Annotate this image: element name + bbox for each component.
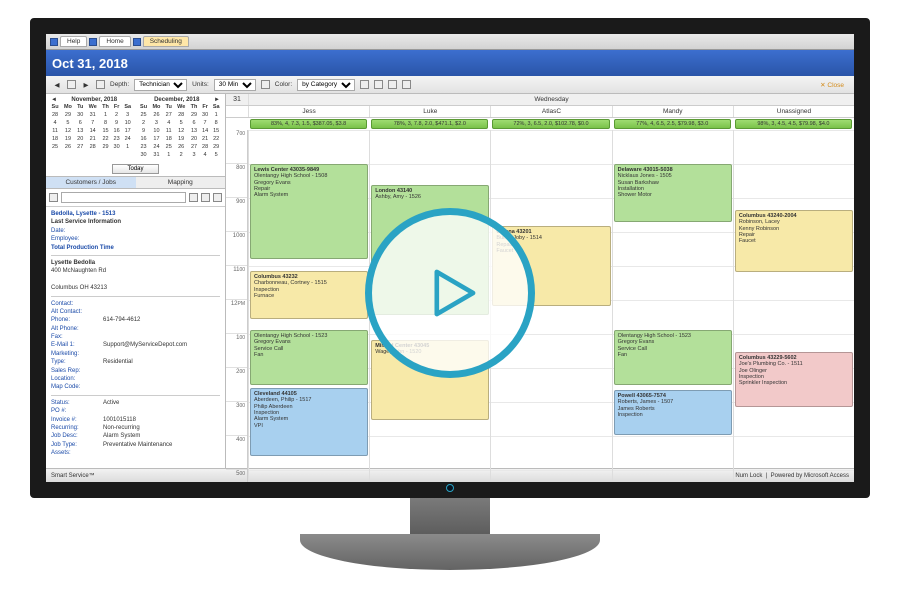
tool-button[interactable] [374,80,383,89]
monitor-neck [410,498,490,538]
resource-column[interactable]: Delaware 43015-5038Nicklaus Jones - 1505… [612,130,733,482]
units-label: Units: [192,81,209,88]
toolbar: ◀ ▶ Depth: Technician Units: 30 Min Colo… [46,76,854,94]
today-button[interactable]: Today [112,164,158,174]
time-label: 1100 [226,266,247,300]
day-number: 31 [226,94,248,105]
appointment[interactable]: Powell 43065-7574Roberts, James - 1507Ja… [614,390,732,435]
resource-header[interactable]: Unassigned [733,106,854,117]
utilization-bar: 78%, 3, 7.8, 2.0, $471.1, $2.0 [371,119,488,129]
search-input[interactable] [61,192,186,203]
utilization-bar: 77%, 4, 6.5, 2.5, $79.98, $3.0 [614,119,731,129]
appointment[interactable]: Delaware 43015-5038Nicklaus Jones - 1505… [614,164,732,222]
cal-prev-icon[interactable]: ◄ [51,97,57,103]
app-icon [50,38,58,46]
monitor-led-icon [446,484,454,492]
appointment[interactable]: Cleveland 44105Aberdeen, Philip - 1517Ph… [250,388,368,456]
sidebar: ◄November, 2018 SuMoTuWeThFrSa2829303112… [46,94,226,468]
time-label: 200 [226,368,247,402]
utilization-bar: 72%, 3, 6.5, 2.0, $102.78, $0.0 [492,119,609,129]
close-button[interactable]: ✕ Close [816,81,848,89]
customer-info-panel: Bedolla, Lysette - 1513 Last Service Inf… [46,207,225,468]
resource-header[interactable]: Mandy [612,106,733,117]
appointment[interactable]: Lewis Center 43035-9849Olentangy High Sc… [250,164,368,259]
customer-title[interactable]: Bedolla, Lysette - 1513 [51,210,220,218]
time-label: 900 [226,198,247,232]
resource-column[interactable]: Lewis Center 43035-9849Olentangy High Sc… [248,130,369,482]
cal-next-icon[interactable]: ► [214,97,220,103]
appointment[interactable]: Columbus 43240-2004Robinson, LaceyKenny … [735,210,853,272]
time-label: 300 [226,402,247,436]
app-icon [133,38,141,46]
mini-calendar-left[interactable]: ◄November, 2018 SuMoTuWeThFrSa2829303112… [49,97,134,159]
tool-button[interactable] [388,80,397,89]
tool-button[interactable] [402,80,411,89]
tab-customers-jobs[interactable]: Customers / Jobs [46,177,136,188]
calendar-area: 31 Wednesday JessLukeAtlasCMandyUnassign… [226,94,854,468]
next-day-button[interactable]: ▶ [81,81,91,89]
print-icon[interactable] [201,193,210,202]
tab-help[interactable]: Help [60,36,87,47]
color-label: Color: [275,81,292,88]
time-label: 800 [226,164,247,198]
appointment[interactable]: Olentangy High School - 1523Gregory Evan… [250,330,368,385]
time-label: 700 [226,130,247,164]
date-title: Oct 31, 2018 [46,50,854,76]
appointment[interactable]: Columbus 43229-5602Joe's Plumbing Co. - … [735,352,853,407]
time-label: 500 [226,470,247,482]
units-select[interactable]: 30 Min [214,79,256,91]
pick-date-button[interactable] [67,80,76,89]
appointment[interactable]: Columbus 43232Charbonneau, Cortney - 151… [250,271,368,319]
time-label: 12PM [226,300,247,334]
tool-button[interactable] [360,80,369,89]
app-icon [89,38,97,46]
window-tab-bar: Help Home Scheduling [46,34,854,50]
search-go-icon[interactable] [189,193,198,202]
color-select[interactable]: by Category [297,79,355,91]
play-button[interactable] [365,208,535,378]
time-label: 1000 [226,232,247,266]
search-icon[interactable] [49,193,58,202]
refresh-button[interactable] [96,80,105,89]
prev-day-button[interactable]: ◀ [52,81,62,89]
depth-select[interactable]: Technician [134,79,187,91]
time-label: 100 [226,334,247,368]
appointment[interactable]: Olentangy High School - 1523Gregory Evan… [614,330,732,385]
tool-button[interactable] [261,80,270,89]
mini-calendar-right[interactable]: December, 2018► SuMoTuWeThFrSa2526272829… [138,97,223,159]
resource-column[interactable]: Columbus 43240-2004Robinson, LaceyKenny … [733,130,854,482]
settings-icon[interactable] [213,193,222,202]
status-left: Smart Service™ [51,473,95,479]
resource-header[interactable]: AtlasC [490,106,611,117]
resource-header[interactable]: Luke [369,106,490,117]
utilization-bar: 83%, 4, 7.3, 1.5, $387.05, $3.8 [250,119,367,129]
resource-header[interactable]: Jess [248,106,369,117]
weekday-label: Wednesday [248,94,854,105]
tab-mapping[interactable]: Mapping [136,177,226,188]
time-label: 400 [226,436,247,470]
depth-label: Depth: [110,81,129,88]
utilization-bar: 98%, 3, 4.5, 4.5, $79.98, $4.0 [735,119,852,129]
tab-scheduling[interactable]: Scheduling [143,36,189,47]
tab-home[interactable]: Home [99,36,130,47]
monitor-base [300,534,600,570]
